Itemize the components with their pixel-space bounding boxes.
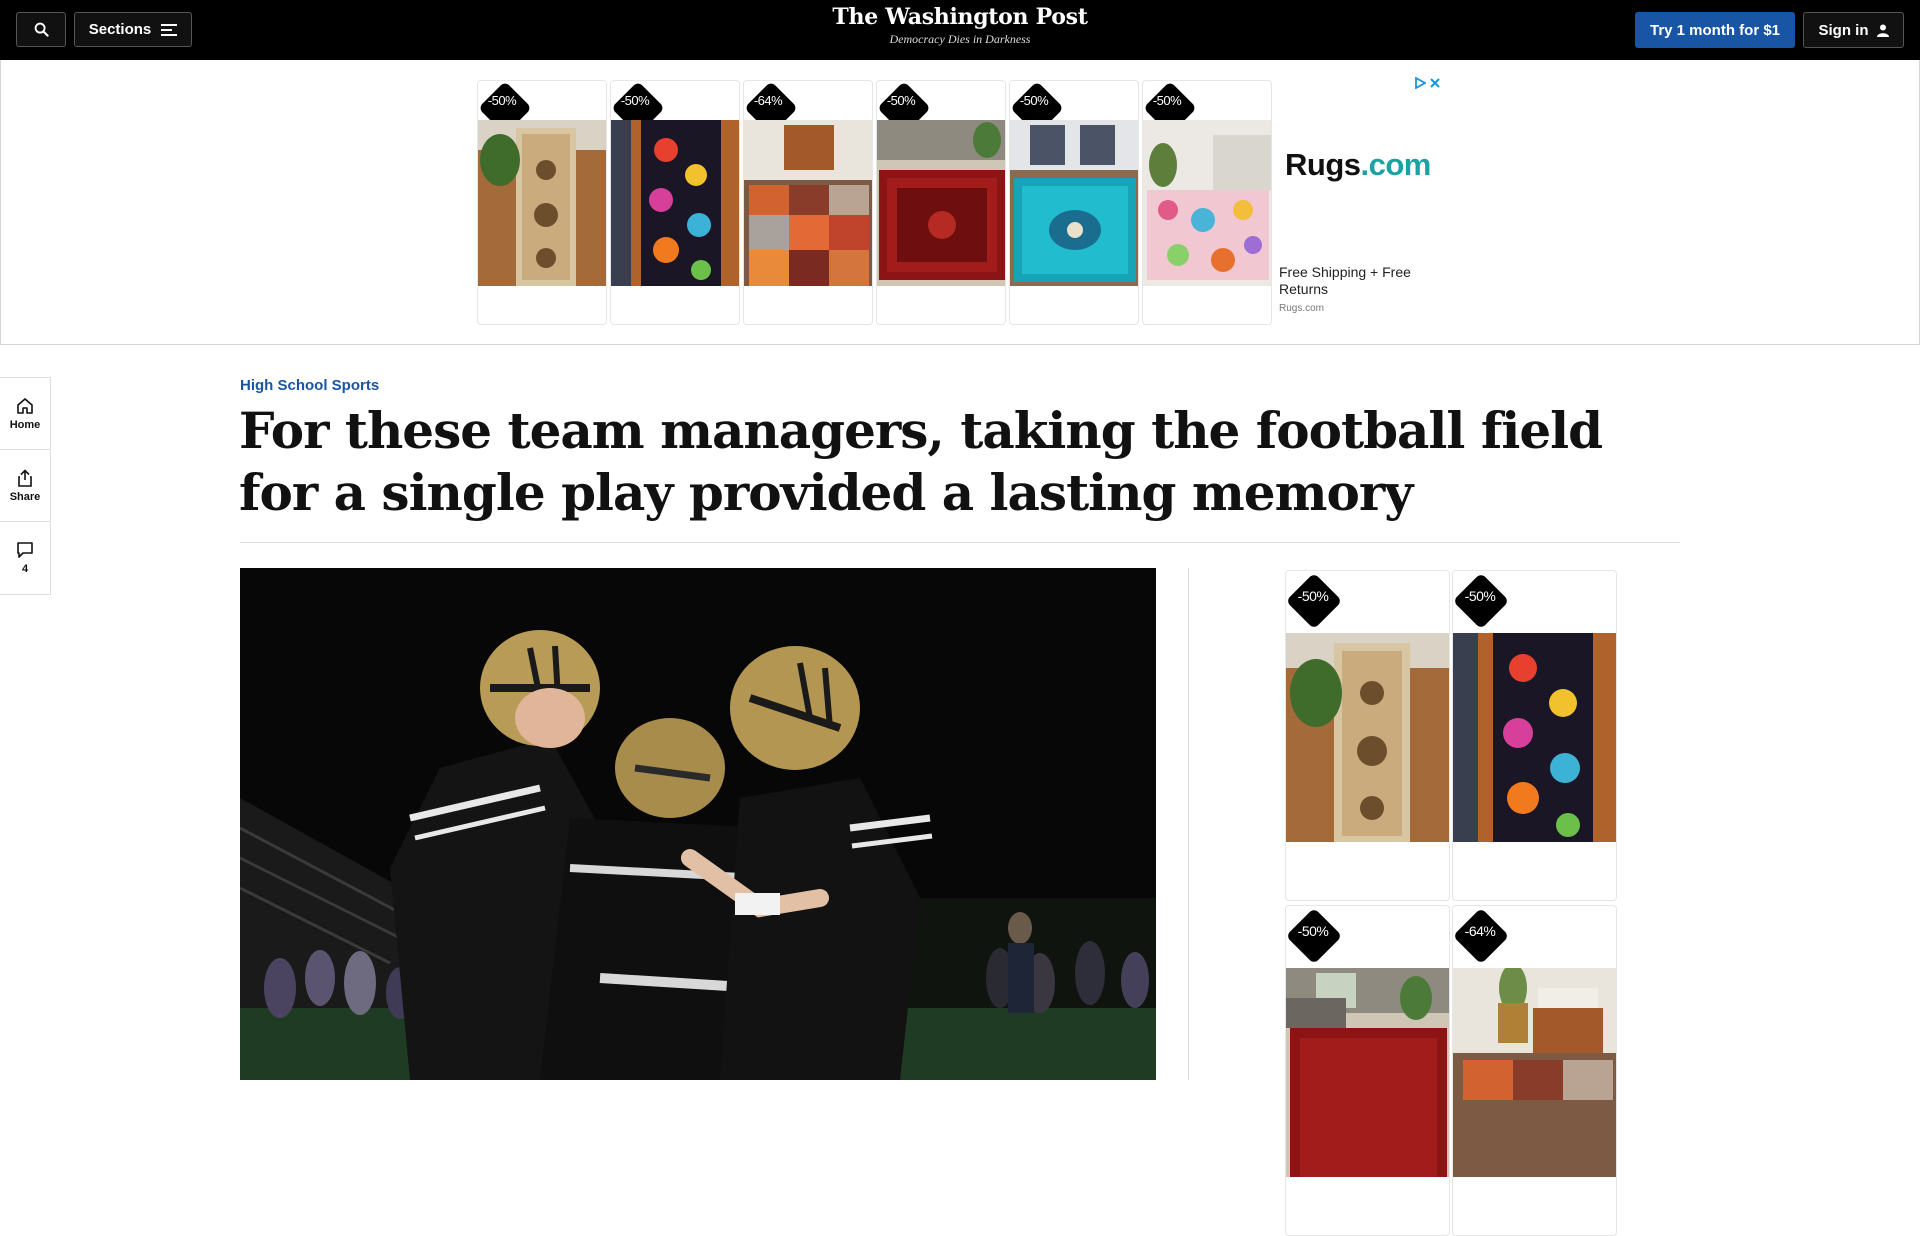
rug-image (1143, 120, 1271, 286)
ad-brand-name: Rugs (1285, 147, 1361, 182)
discount-badge: -50% (886, 93, 916, 108)
ad-domain: Rugs.com (1279, 303, 1325, 314)
rug-image (1453, 633, 1616, 842)
ad-product-strip: -50% -50% -64% -50% -50% -50% (477, 80, 1272, 325)
discount-badge: -50% (1019, 93, 1049, 108)
ad-product-card[interactable]: -50% (610, 80, 740, 325)
ad-product-card[interactable]: -50% (1009, 80, 1139, 325)
left-action-rail: Home Share 4 (0, 377, 51, 595)
discount-badge: -64% (753, 93, 783, 108)
rail-comments-button[interactable]: 4 (0, 522, 50, 594)
home-icon (17, 397, 33, 414)
rug-image (1010, 120, 1138, 286)
top-navigation-bar: Sections The Washington Post Democracy D… (0, 0, 1920, 60)
ad-choices-icon (1415, 77, 1426, 89)
column-divider (1188, 568, 1189, 1080)
rug-image (1286, 633, 1449, 842)
ad-product-card[interactable]: -64% (743, 80, 873, 325)
rug-image (1453, 968, 1616, 1177)
ad-product-card[interactable]: -50% (1452, 570, 1617, 901)
ad-product-card[interactable]: -50% (1142, 80, 1272, 325)
discount-badge: -50% (1297, 588, 1329, 604)
comment-icon (17, 542, 33, 558)
search-icon (34, 22, 49, 37)
ad-choices-icons[interactable] (1415, 77, 1440, 89)
discount-badge: -50% (487, 93, 517, 108)
rug-image (1286, 968, 1449, 1177)
top-banner-ad[interactable]: -50% -50% -64% -50% -50% -50% Rugs.com F… (0, 60, 1920, 345)
discount-badge: -50% (620, 93, 650, 108)
discount-badge: -50% (1297, 923, 1329, 939)
ad-tagline: Free Shipping + Free Returns (1279, 264, 1411, 297)
subscribe-trial-button[interactable]: Try 1 month for $1 (1635, 12, 1795, 48)
ad-product-card[interactable]: -50% (876, 80, 1006, 325)
rail-share-label: Share (9, 490, 41, 503)
rail-share-button[interactable]: Share (0, 450, 50, 522)
ad-product-card[interactable]: -50% (1285, 570, 1450, 901)
sign-in-button[interactable]: Sign in (1803, 12, 1904, 48)
ad-product-card[interactable]: -50% (1285, 905, 1450, 1236)
headline-divider (240, 542, 1680, 543)
menu-icon (161, 23, 178, 36)
discount-badge: -50% (1152, 93, 1182, 108)
article-kicker[interactable]: High School Sports (240, 377, 379, 394)
ad-brand-suffix: .com (1360, 147, 1432, 182)
article-hero-image[interactable] (240, 568, 1156, 1080)
rail-home-label: Home (9, 418, 41, 431)
rug-image (744, 120, 872, 286)
rug-image (478, 120, 606, 286)
rug-image (877, 120, 1005, 286)
article-headline: For these team managers, taking the foot… (239, 401, 1603, 522)
ad-brand-logo[interactable]: Rugs.com (1285, 147, 1431, 183)
rug-image (611, 120, 739, 286)
sidebar-ad[interactable]: -50% -50% -50% -64% (1285, 570, 1617, 1236)
discount-badge: -64% (1464, 923, 1496, 939)
share-icon (18, 468, 32, 487)
sections-label: Sections (88, 21, 152, 38)
masthead-logo[interactable]: The Washington Post Democracy Dies in Da… (760, 4, 1160, 47)
football-players-photo (240, 568, 1156, 1080)
masthead-title: The Washington Post (832, 4, 1088, 30)
discount-badge: -50% (1464, 588, 1496, 604)
masthead-tagline: Democracy Dies in Darkness (889, 32, 1031, 46)
close-ad-icon (1430, 78, 1440, 88)
sign-in-label: Sign in (1818, 21, 1869, 39)
ad-product-card[interactable]: -64% (1452, 905, 1617, 1236)
user-icon (1876, 24, 1889, 37)
search-button[interactable] (16, 12, 66, 47)
rail-comments-count: 4 (21, 563, 29, 575)
sections-button[interactable]: Sections (74, 12, 192, 47)
ad-product-card[interactable]: -50% (477, 80, 607, 325)
rail-home-button[interactable]: Home (0, 378, 50, 450)
